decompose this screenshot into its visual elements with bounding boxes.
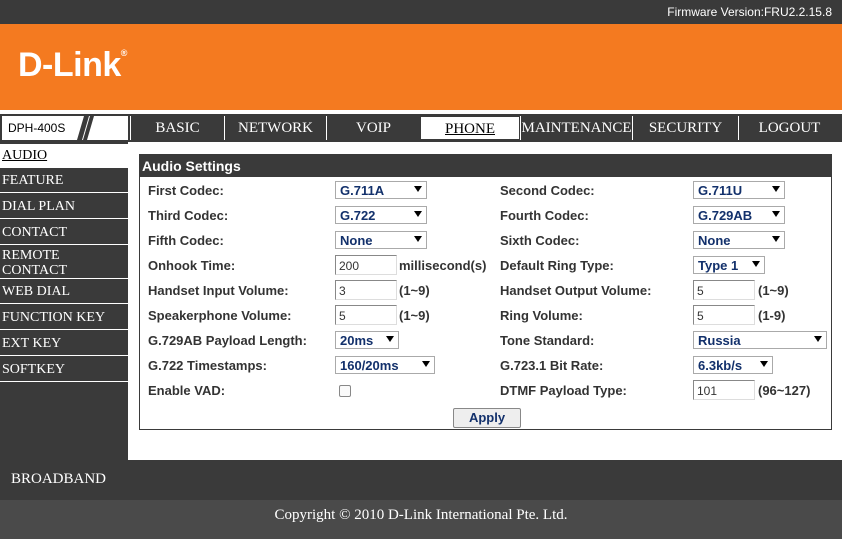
g7231-bit-rate-select[interactable]: 6.3kb/s bbox=[693, 356, 773, 374]
speakerphone-volume-label: Speakerphone Volume: bbox=[148, 308, 292, 323]
chevron-down-icon bbox=[414, 236, 422, 242]
tone-standard-value: Russia bbox=[698, 333, 741, 348]
third-codec-select[interactable]: G.722 bbox=[335, 206, 427, 224]
remote-contact-line2: CONTACT bbox=[2, 263, 67, 278]
sidebar-item-softkey[interactable]: SOFTKEY bbox=[0, 358, 128, 382]
fourth-codec-label: Fourth Codec: bbox=[500, 208, 589, 223]
sidebar-item-audio[interactable]: AUDIO bbox=[0, 144, 128, 168]
dtmf-payload-type-input[interactable]: 101 bbox=[693, 380, 755, 400]
sidebar-item-feature[interactable]: FEATURE bbox=[0, 169, 128, 193]
second-codec-select[interactable]: G.711U bbox=[693, 181, 785, 199]
enable-vad-label: Enable VAD: bbox=[148, 383, 226, 398]
logo-text: D-Link bbox=[18, 46, 121, 84]
g7231-bit-rate-value: 6.3kb/s bbox=[698, 358, 743, 373]
chevron-down-icon bbox=[772, 186, 780, 192]
fourth-codec-value: G.729AB bbox=[698, 208, 753, 223]
onhook-time-label: Onhook Time: bbox=[148, 258, 236, 273]
dtmf-payload-type-range: (96~127) bbox=[758, 383, 811, 398]
second-codec-value: G.711U bbox=[698, 183, 743, 198]
chevron-down-icon bbox=[414, 186, 422, 192]
sidebar-item-contact[interactable]: CONTACT bbox=[0, 221, 128, 245]
registered-mark: ® bbox=[120, 47, 128, 58]
ring-volume-label: Ring Volume: bbox=[500, 308, 583, 323]
onhook-time-input[interactable]: 200 bbox=[335, 255, 397, 275]
enable-vad-checkbox[interactable] bbox=[339, 385, 351, 397]
sidebar-item-dial-plan[interactable]: DIAL PLAN bbox=[0, 195, 128, 219]
third-codec-value: G.722 bbox=[340, 208, 376, 223]
sidebar: AUDIO FEATURE DIAL PLAN CONTACT REMOTE C… bbox=[0, 142, 128, 460]
chevron-down-icon bbox=[414, 211, 422, 217]
first-codec-value: G.711A bbox=[340, 183, 385, 198]
broadband-label: BROADBAND bbox=[0, 460, 842, 500]
chevron-down-icon bbox=[772, 236, 780, 242]
fifth-codec-label: Fifth Codec: bbox=[148, 233, 224, 248]
dlink-logo: D-Link® bbox=[18, 46, 127, 85]
chevron-down-icon bbox=[760, 361, 768, 367]
sidebar-item-ext-key[interactable]: EXT KEY bbox=[0, 332, 128, 356]
handset-output-volume-label: Handset Output Volume: bbox=[500, 283, 652, 298]
handset-input-volume-input[interactable]: 3 bbox=[335, 280, 397, 300]
g722-timestamps-value: 160/20ms bbox=[340, 358, 399, 373]
audio-settings-panel: Audio Settings First Codec: G.711A Secon… bbox=[139, 154, 832, 430]
ring-volume-input[interactable]: 5 bbox=[693, 305, 755, 325]
g722-timestamps-label: G.722 Timestamps: bbox=[148, 358, 267, 373]
tab-logout[interactable]: LOGOUT bbox=[738, 116, 840, 140]
copyright-footer: Copyright © 2010 D-Link International Pt… bbox=[0, 500, 842, 539]
first-codec-label: First Codec: bbox=[148, 183, 224, 198]
handset-output-volume-range: (1~9) bbox=[758, 283, 789, 298]
slash-icon bbox=[77, 116, 94, 140]
header-banner: D-Link® bbox=[0, 24, 842, 112]
tab-maintenance[interactable]: MAINTENANCE bbox=[520, 116, 632, 140]
default-ring-type-value: Type 1 bbox=[698, 258, 739, 273]
third-codec-label: Third Codec: bbox=[148, 208, 229, 223]
panel-title: Audio Settings bbox=[140, 155, 831, 177]
sidebar-item-remote-contact[interactable]: REMOTE CONTACT bbox=[0, 247, 128, 279]
tab-network[interactable]: NETWORK bbox=[224, 116, 326, 140]
remote-contact-line1: REMOTE bbox=[2, 248, 60, 263]
handset-input-volume-label: Handset Input Volume: bbox=[148, 283, 289, 298]
g729ab-payload-length-label: G.729AB Payload Length: bbox=[148, 333, 307, 348]
g729ab-payload-length-value: 20ms bbox=[340, 333, 374, 348]
g7231-bit-rate-label: G.723.1 Bit Rate: bbox=[500, 358, 604, 373]
first-codec-select[interactable]: G.711A bbox=[335, 181, 427, 199]
tab-basic[interactable]: BASIC bbox=[130, 116, 224, 140]
model-label: DPH-400S bbox=[2, 116, 128, 140]
sixth-codec-select[interactable]: None bbox=[693, 231, 785, 249]
onhook-time-unit: millisecond(s) bbox=[399, 258, 487, 273]
firmware-version: Firmware Version:FRU2.2.15.8 bbox=[667, 5, 832, 19]
chevron-down-icon bbox=[752, 261, 760, 267]
handset-input-volume-range: (1~9) bbox=[399, 283, 430, 298]
top-bar: Firmware Version:FRU2.2.15.8 bbox=[0, 0, 842, 24]
chevron-down-icon bbox=[386, 336, 394, 342]
apply-button[interactable]: Apply bbox=[453, 408, 521, 428]
g722-timestamps-select[interactable]: 160/20ms bbox=[335, 356, 435, 374]
fifth-codec-value: None bbox=[340, 233, 373, 248]
tone-standard-select[interactable]: Russia bbox=[693, 331, 827, 349]
sidebar-item-web-dial[interactable]: WEB DIAL bbox=[0, 280, 128, 304]
handset-output-volume-input[interactable]: 5 bbox=[693, 280, 755, 300]
chevron-down-icon bbox=[814, 336, 822, 342]
g729ab-payload-length-select[interactable]: 20ms bbox=[335, 331, 399, 349]
main-content: Audio Settings First Codec: G.711A Secon… bbox=[128, 142, 842, 460]
dtmf-payload-type-label: DTMF Payload Type: bbox=[500, 383, 627, 398]
tab-voip[interactable]: VOIP bbox=[326, 116, 420, 140]
main-nav: DPH-400S BASIC NETWORK VOIP PHONE MAINTE… bbox=[0, 114, 842, 142]
tone-standard-label: Tone Standard: bbox=[500, 333, 595, 348]
second-codec-label: Second Codec: bbox=[500, 183, 595, 198]
fourth-codec-select[interactable]: G.729AB bbox=[693, 206, 785, 224]
default-ring-type-label: Default Ring Type: bbox=[500, 258, 614, 273]
sixth-codec-label: Sixth Codec: bbox=[500, 233, 580, 248]
tab-security[interactable]: SECURITY bbox=[632, 116, 738, 140]
sidebar-item-function-key[interactable]: FUNCTION KEY bbox=[0, 306, 128, 330]
ring-volume-range: (1-9) bbox=[758, 308, 786, 323]
chevron-down-icon bbox=[772, 211, 780, 217]
fifth-codec-select[interactable]: None bbox=[335, 231, 427, 249]
speakerphone-volume-input[interactable]: 5 bbox=[335, 305, 397, 325]
speakerphone-volume-range: (1~9) bbox=[399, 308, 430, 323]
sixth-codec-value: None bbox=[698, 233, 731, 248]
tab-phone[interactable]: PHONE bbox=[420, 116, 520, 140]
chevron-down-icon bbox=[422, 361, 430, 367]
default-ring-type-select[interactable]: Type 1 bbox=[693, 256, 765, 274]
model-name: DPH-400S bbox=[8, 121, 66, 135]
